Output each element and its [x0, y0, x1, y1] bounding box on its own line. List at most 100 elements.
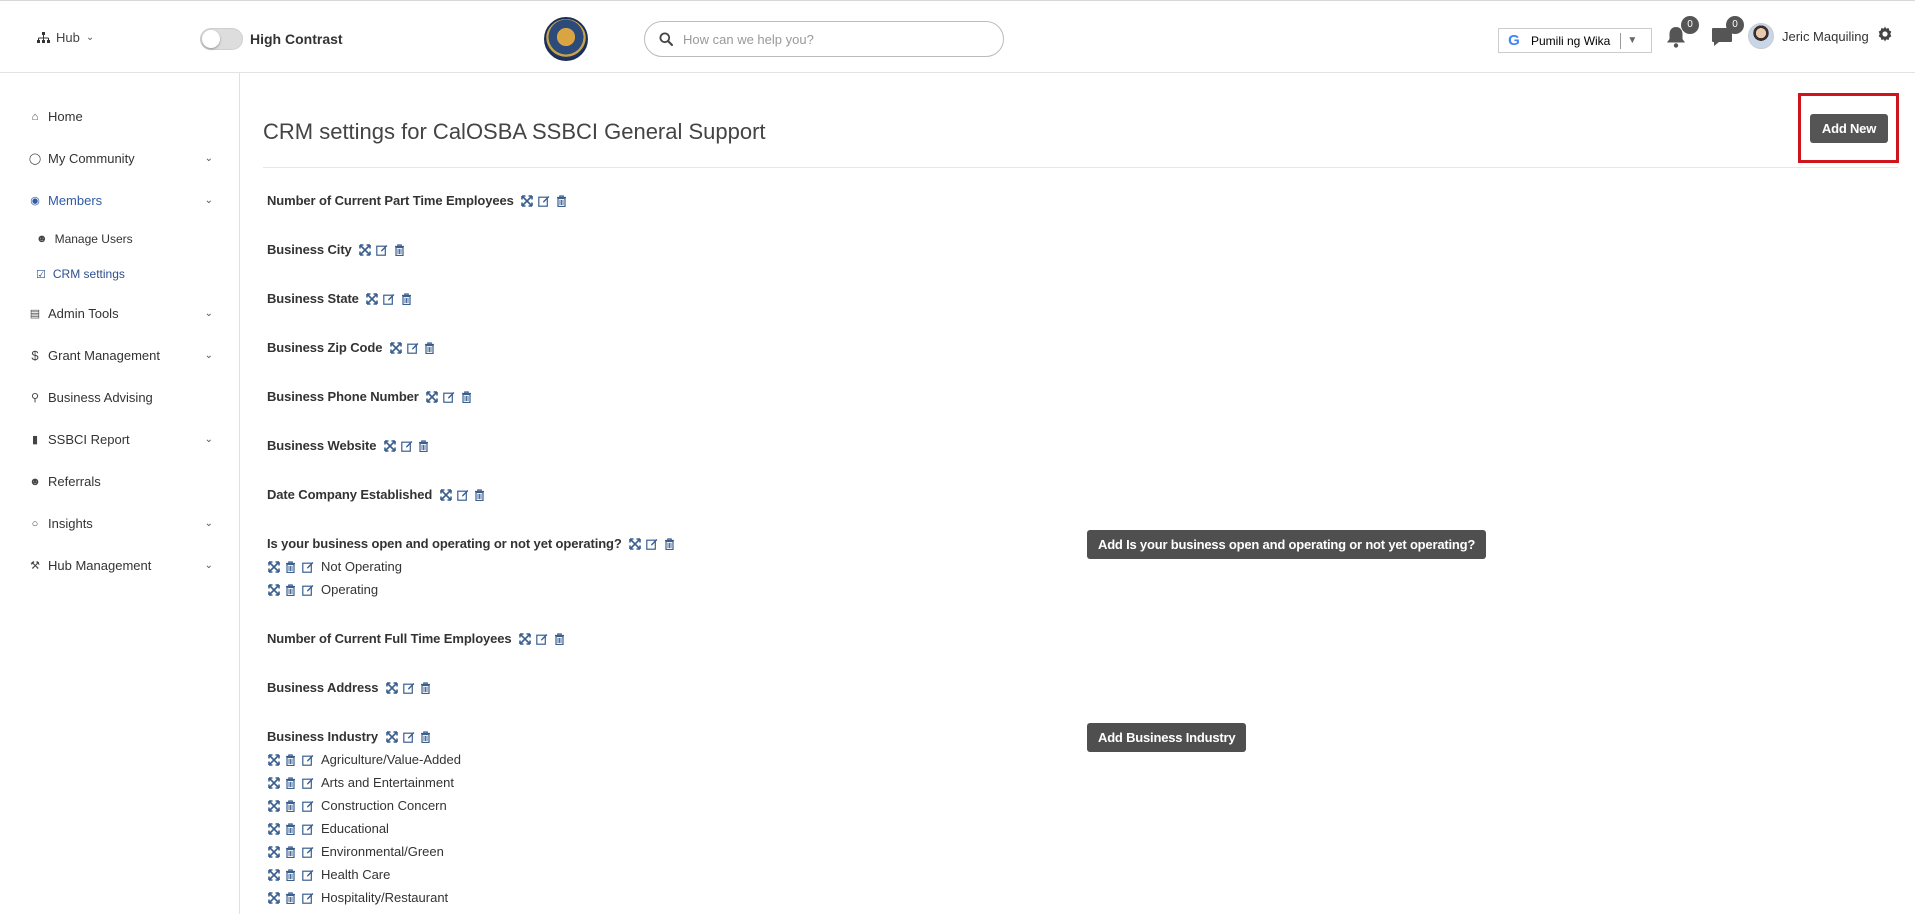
trash-icon[interactable]: [423, 341, 436, 354]
move-icon[interactable]: [383, 439, 396, 452]
edit-icon[interactable]: [538, 194, 551, 207]
trash-icon[interactable]: [419, 730, 432, 743]
move-icon[interactable]: [521, 194, 534, 207]
crm-field-full-time-employees: Number of Current Full Time Employees: [267, 631, 566, 646]
move-icon[interactable]: [267, 776, 280, 789]
sidebar-item-admin-tools[interactable]: ▤ Admin Tools ⌄: [28, 306, 213, 321]
trash-icon[interactable]: [393, 243, 406, 256]
move-icon[interactable]: [267, 822, 280, 835]
move-icon[interactable]: [366, 292, 379, 305]
user-menu[interactable]: Jeric Maquiling: [1748, 23, 1869, 49]
move-icon[interactable]: [267, 753, 280, 766]
sidebar-item-hub-management[interactable]: ⚒ Hub Management ⌄: [28, 558, 213, 573]
edit-icon[interactable]: [456, 488, 469, 501]
trash-icon[interactable]: [284, 868, 297, 881]
add-new-button[interactable]: Add New: [1810, 114, 1888, 143]
move-icon[interactable]: [385, 730, 398, 743]
move-icon[interactable]: [267, 891, 280, 904]
sidebar-item-insights[interactable]: ○ Insights ⌄: [28, 516, 213, 531]
chevron-down-icon: ⌄: [85, 32, 95, 43]
language-selector[interactable]: G Pumili ng Wika ▼: [1498, 28, 1652, 53]
move-icon[interactable]: [359, 243, 372, 256]
trash-icon[interactable]: [663, 537, 676, 550]
edit-icon[interactable]: [301, 845, 314, 858]
edit-icon[interactable]: [301, 822, 314, 835]
chevron-down-icon: ⌄: [204, 153, 213, 164]
field-label: Business Zip Code: [267, 340, 383, 355]
edit-icon[interactable]: [383, 292, 396, 305]
trash-icon[interactable]: [284, 822, 297, 835]
move-icon[interactable]: [519, 632, 532, 645]
sidebar-subitem-manage-users[interactable]: ☻ Manage Users: [36, 232, 133, 246]
trash-icon[interactable]: [555, 194, 568, 207]
sidebar-item-business-advising[interactable]: ⚲ Business Advising: [28, 390, 213, 405]
state-seal-logo[interactable]: [544, 17, 588, 61]
trash-icon[interactable]: [553, 632, 566, 645]
trash-icon[interactable]: [284, 583, 297, 596]
settings-button[interactable]: [1877, 26, 1893, 47]
sidebar-item-home[interactable]: ⌂ Home: [28, 109, 213, 124]
move-icon[interactable]: [267, 583, 280, 596]
list-item: Educational: [267, 821, 389, 836]
hub-menu[interactable]: Hub ⌄: [37, 30, 94, 45]
move-icon[interactable]: [426, 390, 439, 403]
notifications-button[interactable]: 0: [1665, 16, 1699, 51]
move-icon[interactable]: [385, 681, 398, 694]
trash-icon[interactable]: [460, 390, 473, 403]
home-icon: ⌂: [31, 110, 39, 123]
edit-icon[interactable]: [402, 681, 415, 694]
edit-icon[interactable]: [301, 583, 314, 596]
trash-icon[interactable]: [284, 776, 297, 789]
trash-icon[interactable]: [400, 292, 413, 305]
page-title: CRM settings for CalOSBA SSBCI General S…: [263, 119, 766, 144]
field-label: Number of Current Full Time Employees: [267, 631, 512, 646]
move-icon[interactable]: [267, 868, 280, 881]
high-contrast-toggle[interactable]: [200, 28, 243, 50]
option-label: Operating: [321, 582, 379, 597]
move-icon[interactable]: [439, 488, 452, 501]
trash-icon[interactable]: [284, 753, 297, 766]
sidebar-subitem-crm-settings[interactable]: ☑ CRM settings: [36, 267, 125, 281]
trash-icon[interactable]: [284, 891, 297, 904]
edit-icon[interactable]: [376, 243, 389, 256]
move-icon[interactable]: [267, 799, 280, 812]
trash-icon[interactable]: [419, 681, 432, 694]
sidebar-item-referrals[interactable]: ☻ Referrals: [28, 474, 213, 489]
field-label: Business City: [267, 242, 352, 257]
add-industry-option-button[interactable]: Add Business Industry: [1087, 723, 1247, 752]
trash-icon[interactable]: [284, 799, 297, 812]
field-label: Business Address: [267, 680, 379, 695]
edit-icon[interactable]: [301, 753, 314, 766]
add-operating-option-button[interactable]: Add Is your business open and operating …: [1087, 530, 1487, 559]
edit-icon[interactable]: [443, 390, 456, 403]
edit-icon[interactable]: [400, 439, 413, 452]
search-input[interactable]: [683, 31, 983, 47]
option-label: Not Operating: [321, 559, 402, 574]
edit-icon[interactable]: [301, 776, 314, 789]
option-label: Arts and Entertainment: [321, 775, 454, 790]
crm-field-business-city: Business City: [267, 242, 406, 257]
edit-icon[interactable]: [301, 891, 314, 904]
tools-icon: ▤: [29, 308, 41, 320]
sidebar-item-members[interactable]: ◉ Members ⌄: [28, 193, 213, 208]
edit-icon[interactable]: [301, 868, 314, 881]
sidebar-item-my-community[interactable]: ◯ My Community ⌄: [28, 151, 213, 166]
edit-icon[interactable]: [536, 632, 549, 645]
trash-icon[interactable]: [284, 560, 297, 573]
edit-icon[interactable]: [406, 341, 419, 354]
edit-icon[interactable]: [301, 799, 314, 812]
move-icon[interactable]: [389, 341, 402, 354]
edit-icon[interactable]: [646, 537, 659, 550]
move-icon[interactable]: [629, 537, 642, 550]
chevron-down-icon: ⌄: [204, 560, 213, 571]
sidebar-item-grant-management[interactable]: $ Grant Management ⌄: [28, 348, 213, 363]
trash-icon[interactable]: [417, 439, 430, 452]
sidebar-item-ssbci-report[interactable]: ▮ SSBCI Report ⌄: [28, 432, 213, 447]
edit-icon[interactable]: [301, 560, 314, 573]
move-icon[interactable]: [267, 845, 280, 858]
edit-icon[interactable]: [402, 730, 415, 743]
trash-icon[interactable]: [284, 845, 297, 858]
move-icon[interactable]: [267, 560, 280, 573]
messages-button[interactable]: 0: [1710, 16, 1744, 51]
trash-icon[interactable]: [473, 488, 486, 501]
